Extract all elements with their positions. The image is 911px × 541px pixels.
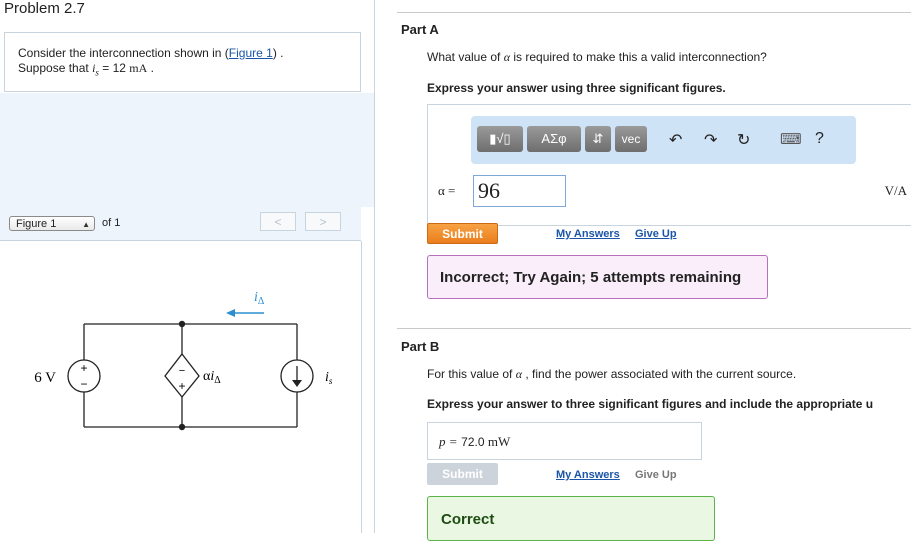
- question-text: , find the power associated with the cur…: [522, 367, 797, 381]
- figure-navigation-bar: Figure 1 ▲ of 1 < >: [0, 207, 361, 241]
- current-unit: mA: [129, 61, 148, 75]
- part-b-rule: [397, 328, 911, 329]
- top-node: [178, 320, 186, 328]
- figure-panel: + − 6 V − + αiΔ is iΔ: [0, 241, 362, 533]
- part-b-answer-box: p = 72.0 mW: [427, 422, 702, 460]
- part-b-give-up-text: Give Up: [635, 469, 677, 481]
- power-label: p =: [439, 434, 458, 449]
- greek-button[interactable]: ΑΣφ: [527, 126, 581, 152]
- templates-button[interactable]: ▮√▯: [477, 126, 523, 152]
- help-icon[interactable]: ?: [815, 130, 824, 148]
- vec-button[interactable]: vec: [615, 126, 647, 152]
- part-a-instruction: Express your answer using three signific…: [427, 81, 726, 95]
- alpha-input[interactable]: 96: [473, 175, 566, 207]
- current-arrowhead-icon: [226, 309, 235, 317]
- question-text: What value of: [427, 50, 504, 64]
- figure-count: of 1: [102, 217, 121, 229]
- reset-icon[interactable]: ↻: [737, 130, 750, 150]
- dep-minus: −: [179, 365, 185, 377]
- statement-text: ) .: [272, 46, 284, 60]
- power-value: 72.0: [461, 435, 488, 449]
- part-a-feedback: Incorrect; Try Again; 5 attempts remaini…: [427, 255, 768, 299]
- problem-title: Problem 2.7: [4, 0, 85, 17]
- voltage-minus: −: [80, 377, 87, 391]
- voltage-plus: +: [80, 361, 87, 375]
- alpha-input-label: α =: [438, 183, 456, 198]
- figure-select-value: Figure 1: [16, 218, 57, 230]
- part-a-submit-button[interactable]: Submit: [427, 223, 498, 244]
- unit-label: V/A: [884, 183, 907, 198]
- undo-icon[interactable]: ↶: [669, 130, 682, 150]
- part-b-submit-button: Submit: [427, 463, 498, 485]
- parts-panel: Part A What value of α is required to ma…: [375, 0, 911, 541]
- dependent-source-label: αiΔ: [203, 369, 221, 386]
- arrows-button[interactable]: ⇵: [585, 126, 611, 152]
- bottom-node: [178, 423, 186, 431]
- dep-plus: +: [178, 379, 185, 393]
- is-label: is: [325, 370, 333, 386]
- question-text: is required to make this a valid interco…: [510, 50, 767, 64]
- statement-text: = 12: [98, 61, 130, 75]
- part-a-answer-panel: ▮√▯ ΑΣφ ⇵ vec ↶ ↷ ↻ ⌨ ? α = 96 V/A: [427, 104, 911, 226]
- problem-statement: Consider the interconnection shown in (F…: [18, 46, 284, 80]
- part-b-title: Part B: [401, 339, 440, 354]
- statement-text: .: [147, 61, 154, 75]
- current-label: iΔ: [254, 290, 265, 307]
- problem-panel: Problem 2.7 Consider the interconnection…: [0, 0, 375, 533]
- part-a-title: Part A: [401, 22, 439, 37]
- part-b-instruction: Express your answer to three significant…: [427, 397, 874, 411]
- keyboard-icon[interactable]: ⌨: [780, 130, 802, 148]
- power-unit: mW: [487, 434, 511, 449]
- statement-text: Consider the interconnection shown in (: [18, 46, 229, 60]
- part-b-answer: p = 72.0 mW: [439, 434, 510, 450]
- figure-link[interactable]: Figure 1: [229, 46, 273, 60]
- part-a-question: What value of α is required to make this…: [427, 50, 767, 65]
- part-b-feedback: Correct: [427, 496, 715, 541]
- statement-text: Suppose that: [18, 61, 93, 75]
- problem-statement-box: Consider the interconnection shown in (F…: [4, 32, 361, 92]
- circuit-diagram: + − 6 V − + αiΔ is iΔ: [34, 290, 333, 431]
- next-figure-button[interactable]: >: [305, 212, 341, 231]
- select-arrows-icon: ▲: [82, 220, 90, 229]
- question-text: For this value of: [427, 367, 516, 381]
- part-a-my-answers-link[interactable]: My Answers: [556, 228, 620, 240]
- prev-figure-button[interactable]: <: [260, 212, 296, 231]
- voltage-label: 6 V: [34, 370, 56, 386]
- math-toolbar: ▮√▯ ΑΣφ ⇵ vec ↶ ↷ ↻ ⌨ ?: [471, 116, 856, 164]
- figure-select[interactable]: Figure 1 ▲: [9, 216, 95, 231]
- redo-icon[interactable]: ↷: [704, 130, 717, 150]
- part-a-give-up-link[interactable]: Give Up: [635, 228, 677, 240]
- part-a-rule: [397, 12, 911, 13]
- part-b-question: For this value of α , find the power ass…: [427, 367, 796, 382]
- panel-background: [0, 93, 375, 207]
- part-b-my-answers-link[interactable]: My Answers: [556, 469, 620, 481]
